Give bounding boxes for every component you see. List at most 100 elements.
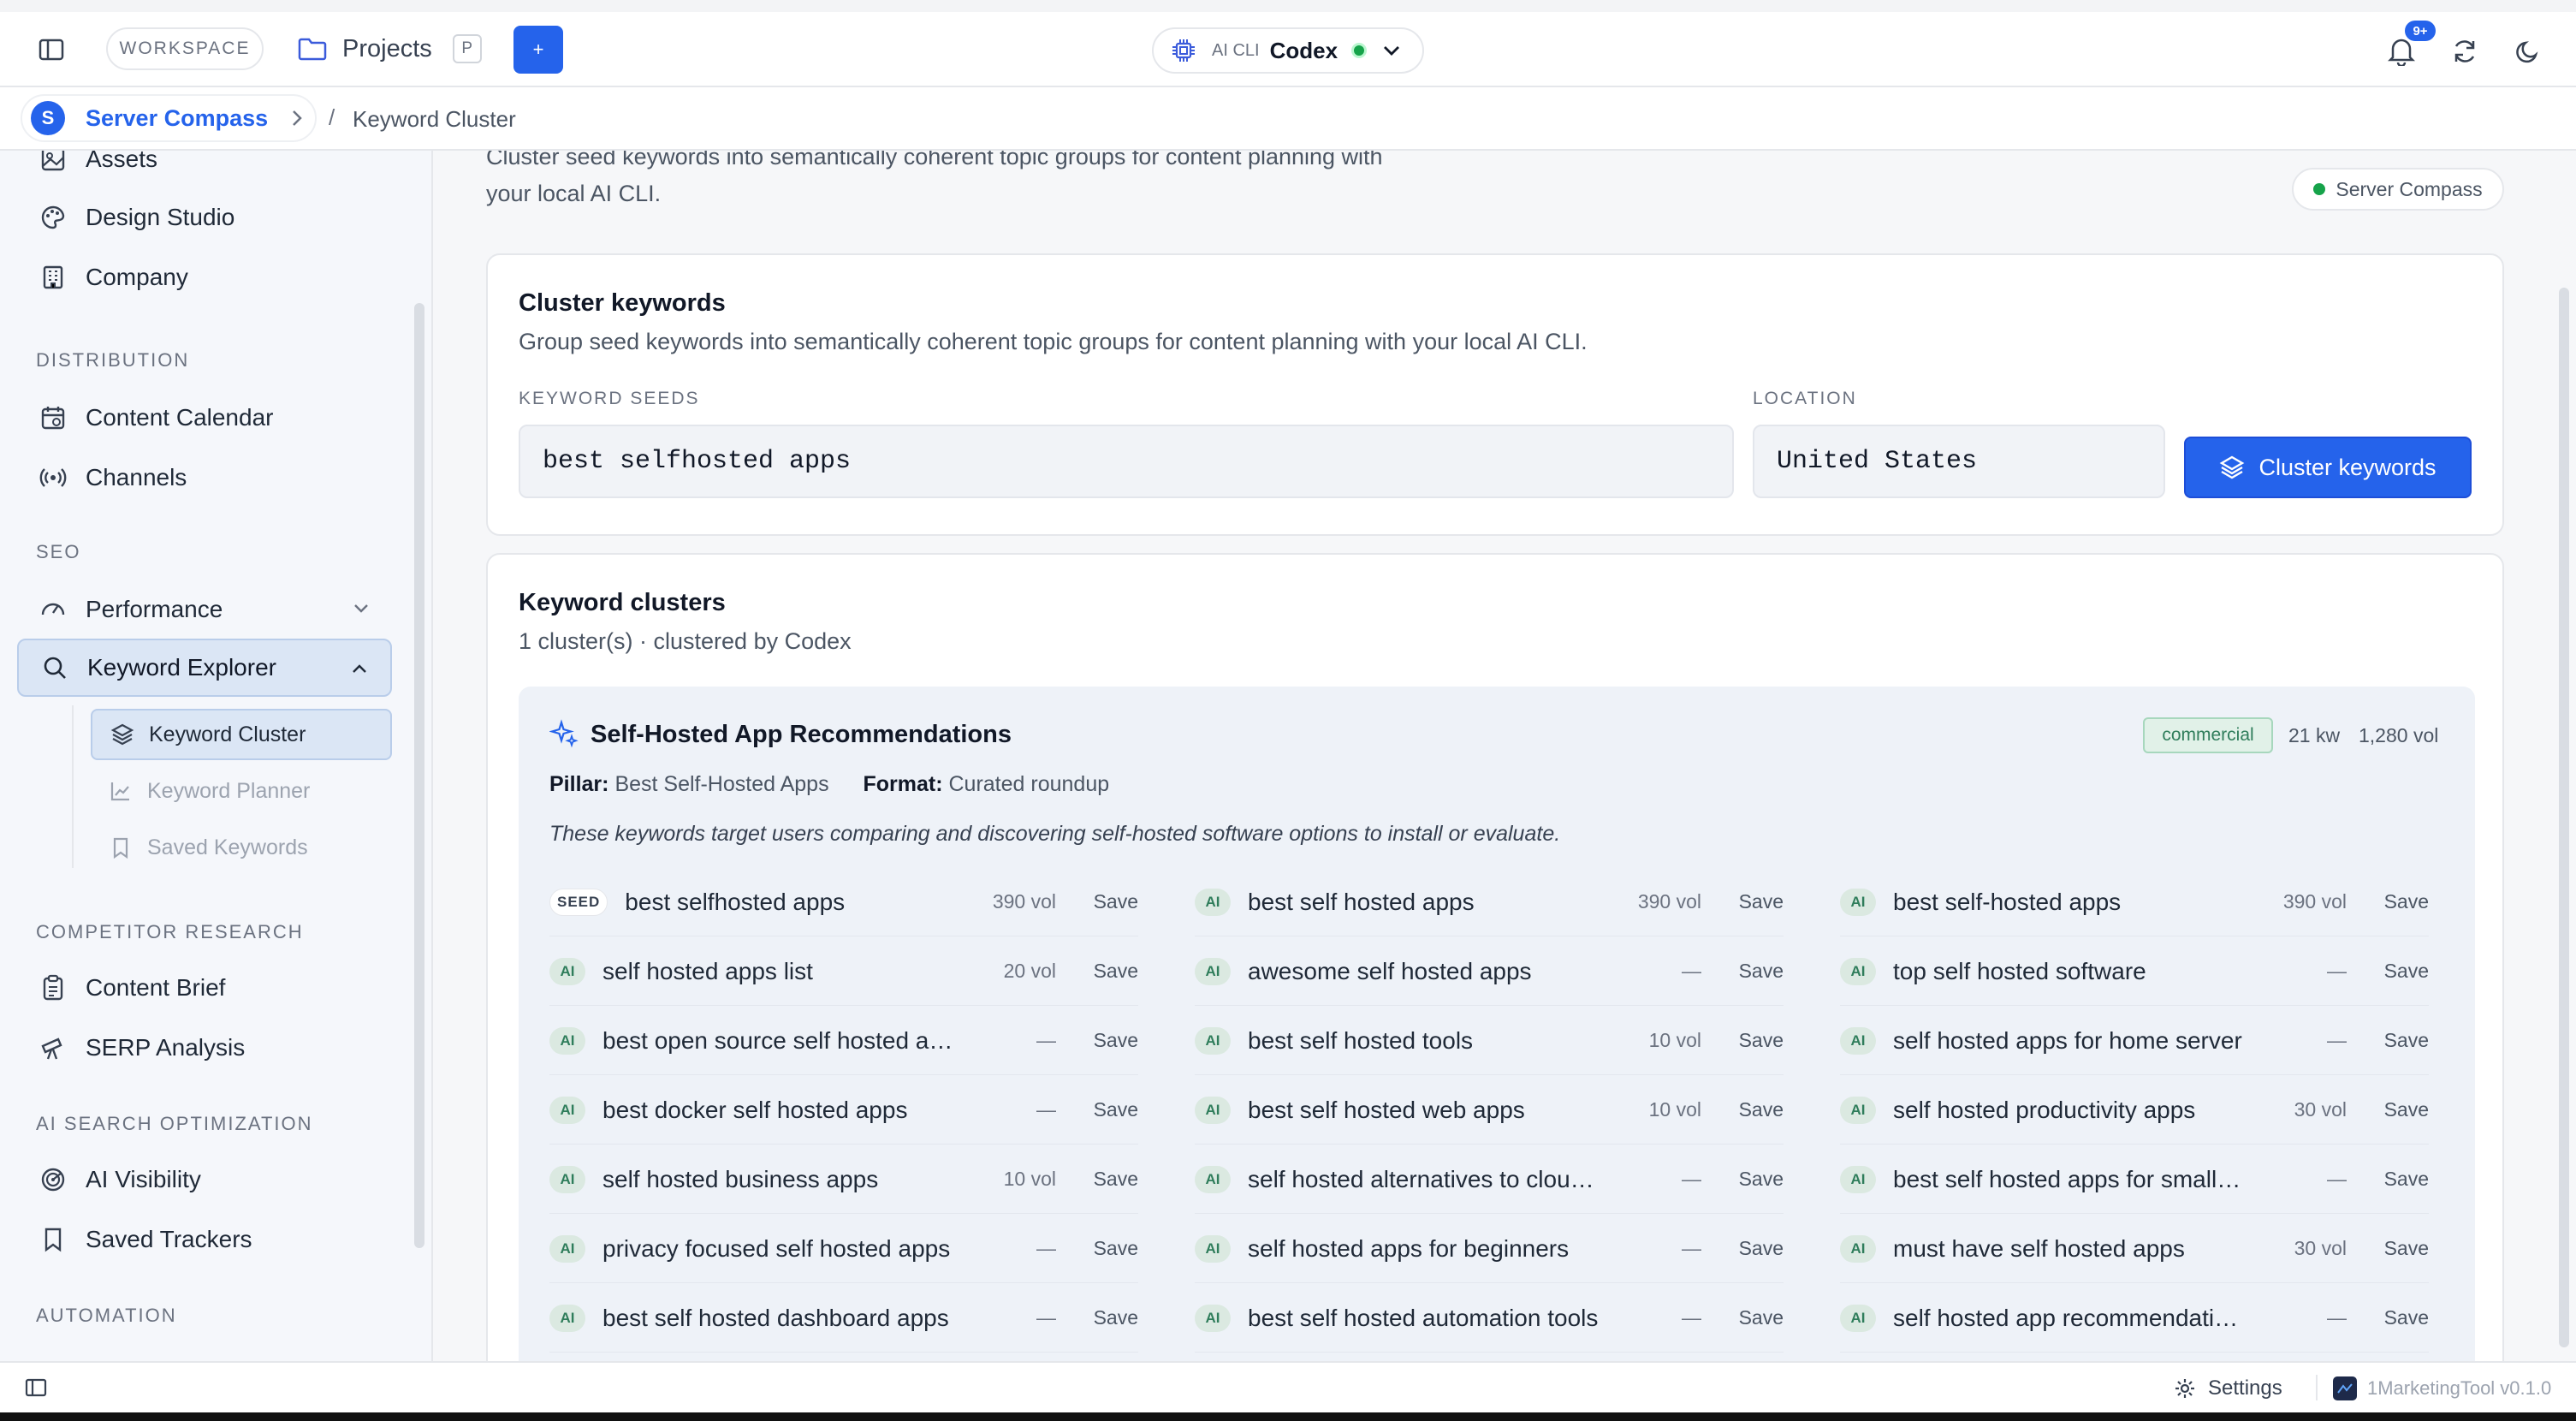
sidebar-item-label: Performance xyxy=(86,596,223,622)
layers-icon xyxy=(2219,455,2245,480)
keyword-seeds-input[interactable]: best selfhosted apps xyxy=(519,425,1734,498)
image-icon xyxy=(36,151,70,176)
keyword-item: AI self hosted apps list 20 vol Save xyxy=(549,937,1138,1006)
add-project-button[interactable]: + xyxy=(513,26,563,74)
project-badge-label: Server Compass xyxy=(2336,177,2483,200)
sidebar-scrollbar[interactable] xyxy=(414,303,424,1248)
project-switcher[interactable]: S Server Compass xyxy=(21,94,317,142)
panel-toggle-icon[interactable] xyxy=(21,1375,51,1400)
save-keyword-button[interactable]: Save xyxy=(2347,1098,2429,1121)
save-keyword-button[interactable]: Save xyxy=(1056,1306,1138,1329)
save-keyword-button[interactable]: Save xyxy=(1056,960,1138,983)
cluster-volume: 1,280 vol xyxy=(2359,724,2439,746)
save-keyword-button[interactable]: Save xyxy=(1701,1098,1784,1121)
ai-badge: AI xyxy=(1840,957,1876,985)
workspace-button[interactable]: WORKSPACE xyxy=(106,27,264,70)
save-keyword-button[interactable]: Save xyxy=(1056,1237,1138,1260)
save-keyword-button[interactable]: Save xyxy=(1056,1098,1138,1121)
seed-badge: SEED xyxy=(549,888,608,916)
sidebar-item-company[interactable]: Company xyxy=(17,248,392,306)
sidebar-item-content-brief[interactable]: Content Brief xyxy=(17,959,392,1017)
main-content: Cluster seed keywords into semantically … xyxy=(433,151,2576,1361)
keyword-volume: — xyxy=(2327,960,2347,982)
save-keyword-button[interactable]: Save xyxy=(2347,1237,2429,1260)
sidebar-item-content-calendar[interactable]: Content Calendar xyxy=(17,389,392,447)
projects-button[interactable]: Projects P xyxy=(298,27,482,70)
section-label-distribution: DISTRIBUTION xyxy=(36,349,190,371)
sidebar-item-performance[interactable]: Performance xyxy=(17,580,392,639)
keyword-volume: 30 vol xyxy=(2294,1098,2347,1121)
layers-icon xyxy=(108,720,137,749)
main-scrollbar[interactable] xyxy=(2559,288,2569,1347)
top-bar: WORKSPACE Projects P + AI CLI Codex 9+ xyxy=(0,0,2576,87)
sidebar-item-keyword-planner[interactable]: Keyword Planner xyxy=(91,765,392,817)
keyword-seeds-label: KEYWORD SEEDS xyxy=(519,389,700,408)
sidebar-item-label: Channels xyxy=(86,464,187,491)
section-label-ai-search-optimization: AI SEARCH OPTIMIZATION xyxy=(36,1113,313,1134)
keyword-text: must have self hosted apps xyxy=(1893,1234,2185,1262)
save-keyword-button[interactable]: Save xyxy=(1056,1029,1138,1052)
intent-badge: commercial xyxy=(2143,717,2273,753)
sidebar-item-design-studio[interactable]: Design Studio xyxy=(17,188,392,247)
sidebar-item-label: Company xyxy=(86,264,188,290)
save-keyword-button[interactable]: Save xyxy=(2347,1029,2429,1052)
refresh-icon[interactable] xyxy=(2448,34,2482,68)
sidebar-item-keyword-cluster[interactable]: Keyword Cluster xyxy=(91,709,392,760)
sidebar-item-serp-analysis[interactable]: SERP Analysis xyxy=(17,1019,392,1077)
save-keyword-button[interactable]: Save xyxy=(1056,1168,1138,1191)
save-keyword-button[interactable]: Save xyxy=(1701,1168,1784,1191)
save-keyword-button[interactable]: Save xyxy=(1701,1029,1784,1052)
keyword-text: best self hosted web apps xyxy=(1248,1096,1525,1123)
cluster-form-card: Cluster keywords Group seed keywords int… xyxy=(486,253,2504,536)
save-keyword-button[interactable]: Save xyxy=(2347,890,2429,913)
location-input[interactable]: United States xyxy=(1753,425,2165,498)
keyword-text: top self hosted software xyxy=(1893,957,2146,984)
sparkles-icon xyxy=(549,719,579,748)
save-keyword-button[interactable]: Save xyxy=(2347,1168,2429,1191)
palette-icon xyxy=(36,200,70,235)
cluster-summary: These keywords target users comparing an… xyxy=(549,822,1561,846)
ai-badge: AI xyxy=(549,1165,585,1193)
sidebar-item-label: Keyword Explorer xyxy=(87,654,276,681)
keyword-volume: 30 vol xyxy=(2294,1237,2347,1259)
keyword-text: self hosted app recommendations xyxy=(1893,1304,2244,1331)
workspace-label: WORKSPACE xyxy=(119,39,251,58)
sidebar-item-label: SERP Analysis xyxy=(86,1034,246,1061)
projects-label: Projects xyxy=(342,34,432,62)
ai-badge: AI xyxy=(1195,957,1231,985)
save-keyword-button[interactable]: Save xyxy=(1701,890,1784,913)
status-dot-icon xyxy=(2313,183,2326,195)
sidebar-item-saved-keywords[interactable]: Saved Keywords xyxy=(91,822,392,873)
ai-cli-selector[interactable]: AI CLI Codex xyxy=(1152,27,1424,74)
sidebar-item-saved-trackers[interactable]: Saved Trackers xyxy=(17,1210,392,1269)
keyword-text: best self hosted tools xyxy=(1248,1026,1474,1054)
bookmark-icon xyxy=(36,1222,70,1257)
save-keyword-button[interactable]: Save xyxy=(2347,1306,2429,1329)
radar-icon xyxy=(36,1162,70,1197)
settings-button[interactable]: Settings xyxy=(2174,1373,2282,1404)
save-keyword-button[interactable]: Save xyxy=(2347,960,2429,983)
keyword-text: self hosted productivity apps xyxy=(1893,1096,2196,1123)
ai-badge: AI xyxy=(549,1026,585,1055)
sidebar-item-keyword-explorer[interactable]: Keyword Explorer xyxy=(17,639,392,697)
keyword-volume: 390 vol xyxy=(992,890,1056,913)
sidebar-item-channels[interactable]: Channels xyxy=(17,449,392,507)
keyword-text: self hosted alternatives to cloud apps xyxy=(1248,1165,1599,1192)
save-keyword-button[interactable]: Save xyxy=(1701,1237,1784,1260)
section-label-competitor-research: COMPETITOR RESEARCH xyxy=(36,921,304,942)
sidebar-item-ai-visibility[interactable]: AI Visibility xyxy=(17,1150,392,1209)
cluster-keywords-button[interactable]: Cluster keywords xyxy=(2184,437,2472,498)
sidebar-item-label: AI Visibility xyxy=(86,1166,201,1192)
sidebar-toggle-icon[interactable] xyxy=(31,36,72,63)
bookmark-icon xyxy=(106,833,135,862)
keyword-item: AI self hosted alternatives to cloud apps… xyxy=(1195,1145,1784,1214)
save-keyword-button[interactable]: Save xyxy=(1701,1306,1784,1329)
project-badge: Server Compass xyxy=(2292,168,2504,211)
save-keyword-button[interactable]: Save xyxy=(1056,890,1138,913)
keyword-volume: — xyxy=(2327,1168,2347,1190)
moon-icon[interactable] xyxy=(2511,34,2545,68)
save-keyword-button[interactable]: Save xyxy=(1701,960,1784,983)
keyword-text: self hosted business apps xyxy=(602,1165,879,1192)
status-dot-icon xyxy=(1351,43,1368,58)
sidebar-item-assets[interactable]: Assets xyxy=(17,151,392,188)
